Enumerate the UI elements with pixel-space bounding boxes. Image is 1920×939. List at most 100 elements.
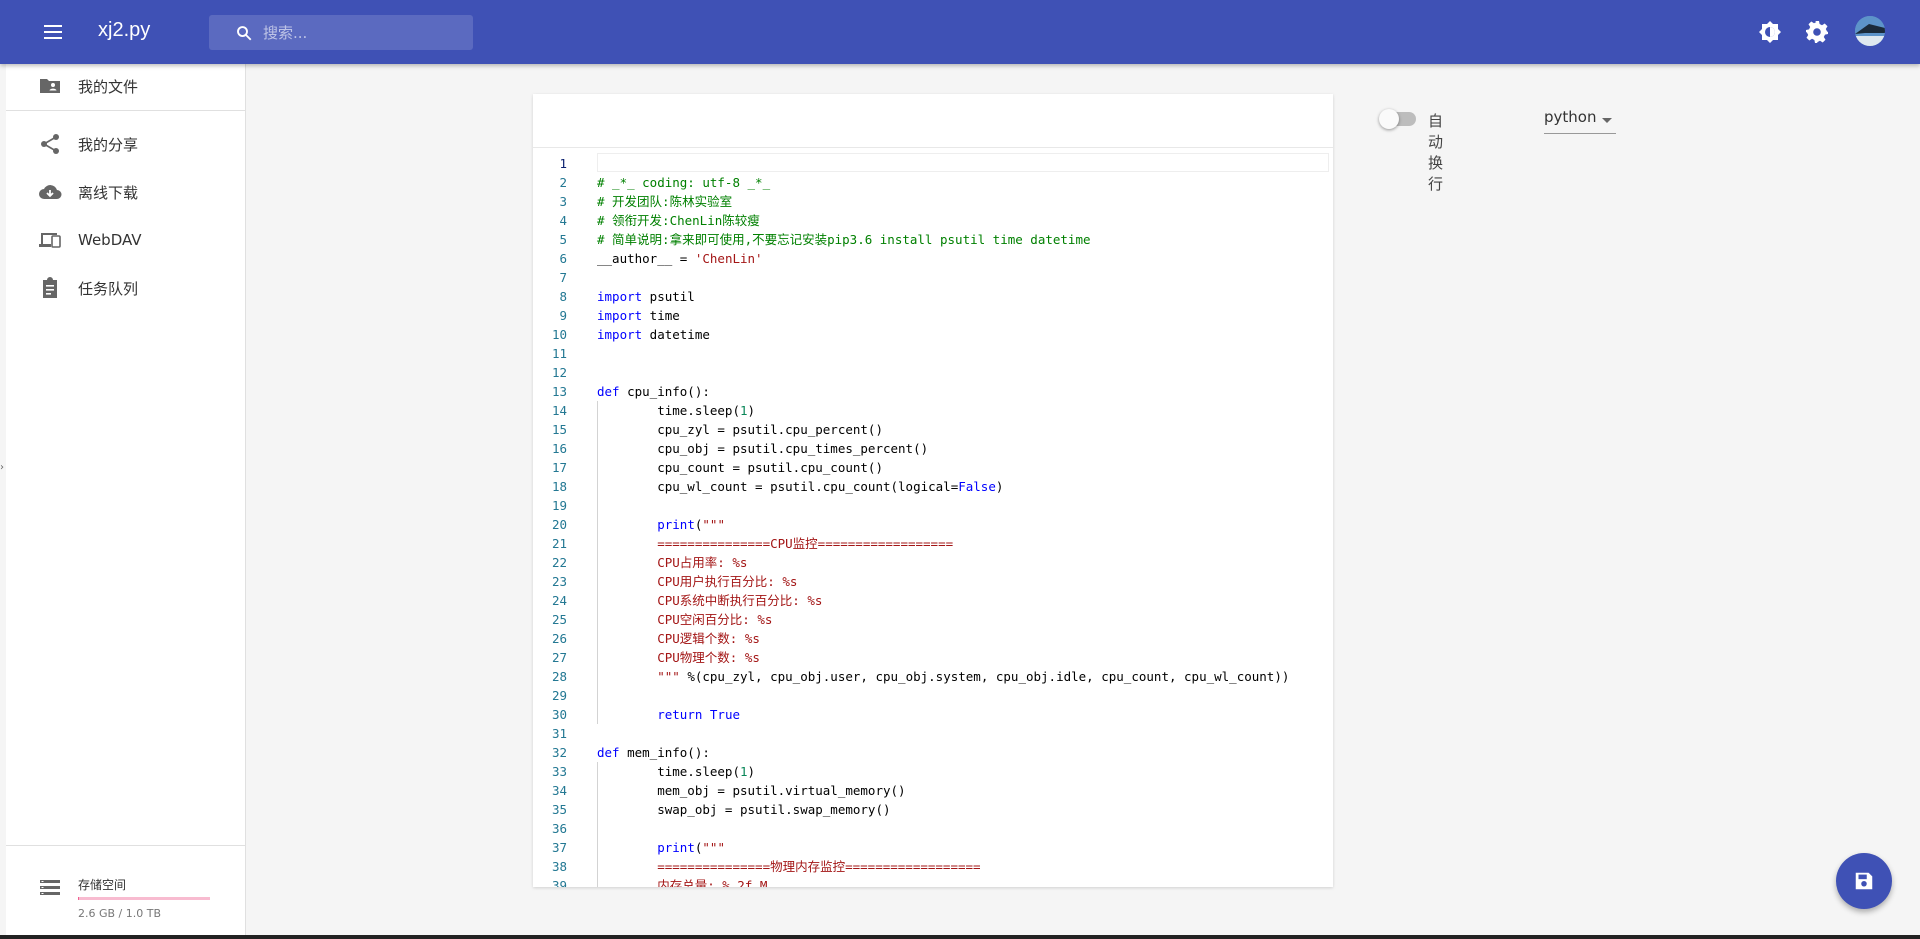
code-line: cpu_zyl = psutil.cpu_percent() — [597, 422, 883, 437]
sidebar-item-label: 我的文件 — [78, 77, 139, 96]
line-number: 25 — [551, 612, 567, 627]
line-number: 13 — [551, 384, 567, 399]
app-bar: xj2.py — [0, 0, 1920, 64]
line-number: 18 — [551, 479, 567, 494]
line-number: 20 — [551, 517, 567, 532]
code-line: import time — [597, 308, 680, 323]
code-line: # 领衔开发:ChenLin陈较瘦 — [597, 213, 760, 228]
code-line: import datetime — [597, 327, 710, 342]
code-line: time.sleep(1) — [597, 403, 756, 418]
sidebar-item-offline-download[interactable]: 离线下载 — [6, 170, 246, 214]
storage-usage: 2.6 GB / 1.0 TB — [78, 907, 162, 920]
sidebar-item-label: WebDAV — [78, 231, 142, 249]
line-number: 36 — [551, 821, 567, 836]
line-number: 10 — [551, 327, 567, 342]
code-line: mem_obj = psutil.virtual_memory() — [597, 783, 906, 798]
code-line: CPU系统中断执行百分比: %s — [597, 593, 823, 608]
code-line: CPU物理个数: %s — [597, 650, 760, 665]
line-number: 8 — [559, 289, 567, 304]
code-line: cpu_obj = psutil.cpu_times_percent() — [597, 441, 929, 456]
language-select[interactable]: python — [1544, 104, 1616, 134]
line-number: 22 — [551, 555, 567, 570]
line-number: 9 — [559, 308, 567, 323]
line-number: 14 — [551, 403, 567, 418]
sidebar-item-label: 任务队列 — [78, 279, 139, 298]
line-number: 15 — [551, 422, 567, 437]
storage-bar — [78, 897, 210, 900]
code-line: CPU占用率: %s — [597, 555, 748, 570]
sidebar-item-webdav[interactable]: WebDAV — [6, 218, 246, 262]
search-input[interactable] — [263, 23, 463, 42]
chevron-down-icon — [1602, 118, 1612, 123]
line-number: 4 — [559, 213, 567, 228]
line-number: 31 — [551, 726, 567, 741]
line-number: 26 — [551, 631, 567, 646]
line-number: 5 — [559, 232, 567, 247]
storage-divider — [6, 845, 246, 846]
storage-title: 存储空间 — [78, 878, 127, 892]
editor-toolbar: 自动换行 python — [533, 94, 1616, 193]
avatar[interactable] — [1855, 16, 1885, 46]
code-line: import psutil — [597, 289, 695, 304]
line-number: 7 — [559, 270, 567, 285]
save-icon — [1855, 872, 1873, 890]
line-number: 35 — [551, 802, 567, 817]
code-line: ===============物理内存监控================== — [597, 859, 981, 874]
line-number: 29 — [551, 688, 567, 703]
line-number: 37 — [551, 840, 567, 855]
code-line: """ %(cpu_zyl, cpu_obj.user, cpu_obj.sys… — [657, 669, 1290, 684]
line-number: 16 — [551, 441, 567, 456]
language-value: python — [1544, 108, 1597, 126]
storage-icon — [40, 880, 60, 895]
line-number: 33 — [551, 764, 567, 779]
code-line: ===============CPU监控================== — [597, 536, 954, 551]
line-number: 2 — [559, 175, 567, 190]
folder-user-icon — [40, 79, 60, 93]
avatar-image — [1855, 16, 1885, 46]
indent-guide — [597, 401, 598, 724]
sidebar-item-my-files[interactable]: 我的文件 — [6, 64, 246, 108]
line-number-gutter: 1 2 3 4 5 6 7 8 9 10 11 12 13 14 15 16 17 18 19 20 21 22 23 24 2… — [533, 149, 593, 887]
indent-guide — [597, 762, 598, 887]
line-number: 27 — [551, 650, 567, 665]
line-number: 24 — [551, 593, 567, 608]
line-number: 32 — [551, 745, 567, 760]
taskbar-strip — [0, 935, 1920, 939]
sidebar-item-my-shares[interactable]: 我的分享 — [6, 122, 246, 166]
line-number: 3 — [559, 194, 567, 209]
code-line: # 开发团队:陈林实验室 — [597, 194, 733, 209]
code-line: cpu_count = psutil.cpu_count() — [597, 460, 883, 475]
code-area[interactable]: # _*_ coding: utf-8 _*_ # 开发团队:陈林实验室 # 领衔开… — [597, 149, 1289, 887]
menu-icon[interactable] — [38, 20, 68, 44]
save-button[interactable] — [1836, 853, 1892, 909]
gear-icon[interactable] — [1805, 20, 1829, 44]
code-line: print(""" — [657, 840, 725, 855]
code-line: def mem_info(): — [597, 745, 710, 760]
search-icon — [237, 25, 252, 40]
sidebar-collapse-handle[interactable]: › — [0, 462, 6, 474]
code-line: def cpu_info(): — [597, 384, 710, 399]
line-number: 39 — [551, 878, 567, 887]
line-number: 19 — [551, 498, 567, 513]
editor-card: 自动换行 python 1 2 3 4 5 6 7 8 9 10 11 12 13 14 15 16 17 18 1… — [533, 94, 1616, 887]
wrap-toggle[interactable] — [1379, 109, 1416, 129]
line-number: 1 — [559, 156, 567, 171]
code-line: CPU空闲百分比: %s — [597, 612, 773, 627]
line-number: 23 — [551, 574, 567, 589]
storage-panel: 存储空间 2.6 GB / 1.0 TB — [6, 864, 246, 924]
code-line: swap_obj = psutil.swap_memory() — [597, 802, 891, 817]
theme-icon[interactable] — [1758, 20, 1782, 44]
line-number: 38 — [551, 859, 567, 874]
sidebar-item-label: 离线下载 — [78, 183, 139, 202]
cloud-download-icon — [39, 185, 62, 199]
sidebar: 我的文件 我的分享 离线下载 WebDAV 任务队列 存储空间 2.6 GB /… — [6, 64, 246, 939]
code-editor[interactable]: 1 2 3 4 5 6 7 8 9 10 11 12 13 14 15 16 17 18 19 20 21 22 23 24 2… — [533, 149, 1333, 887]
app-title: xj2.py — [98, 19, 151, 41]
line-number: 17 — [551, 460, 567, 475]
search-box[interactable] — [209, 15, 473, 50]
code-line: CPU用户执行百分比: %s — [597, 574, 798, 589]
code-line: # 简单说明:拿来即可使用,不要忘记安装pip3.6 install psuti… — [597, 232, 1091, 247]
code-line: CPU逻辑个数: %s — [597, 631, 760, 646]
line-number: 11 — [551, 346, 567, 361]
sidebar-item-task-queue[interactable]: 任务队列 — [6, 266, 246, 310]
